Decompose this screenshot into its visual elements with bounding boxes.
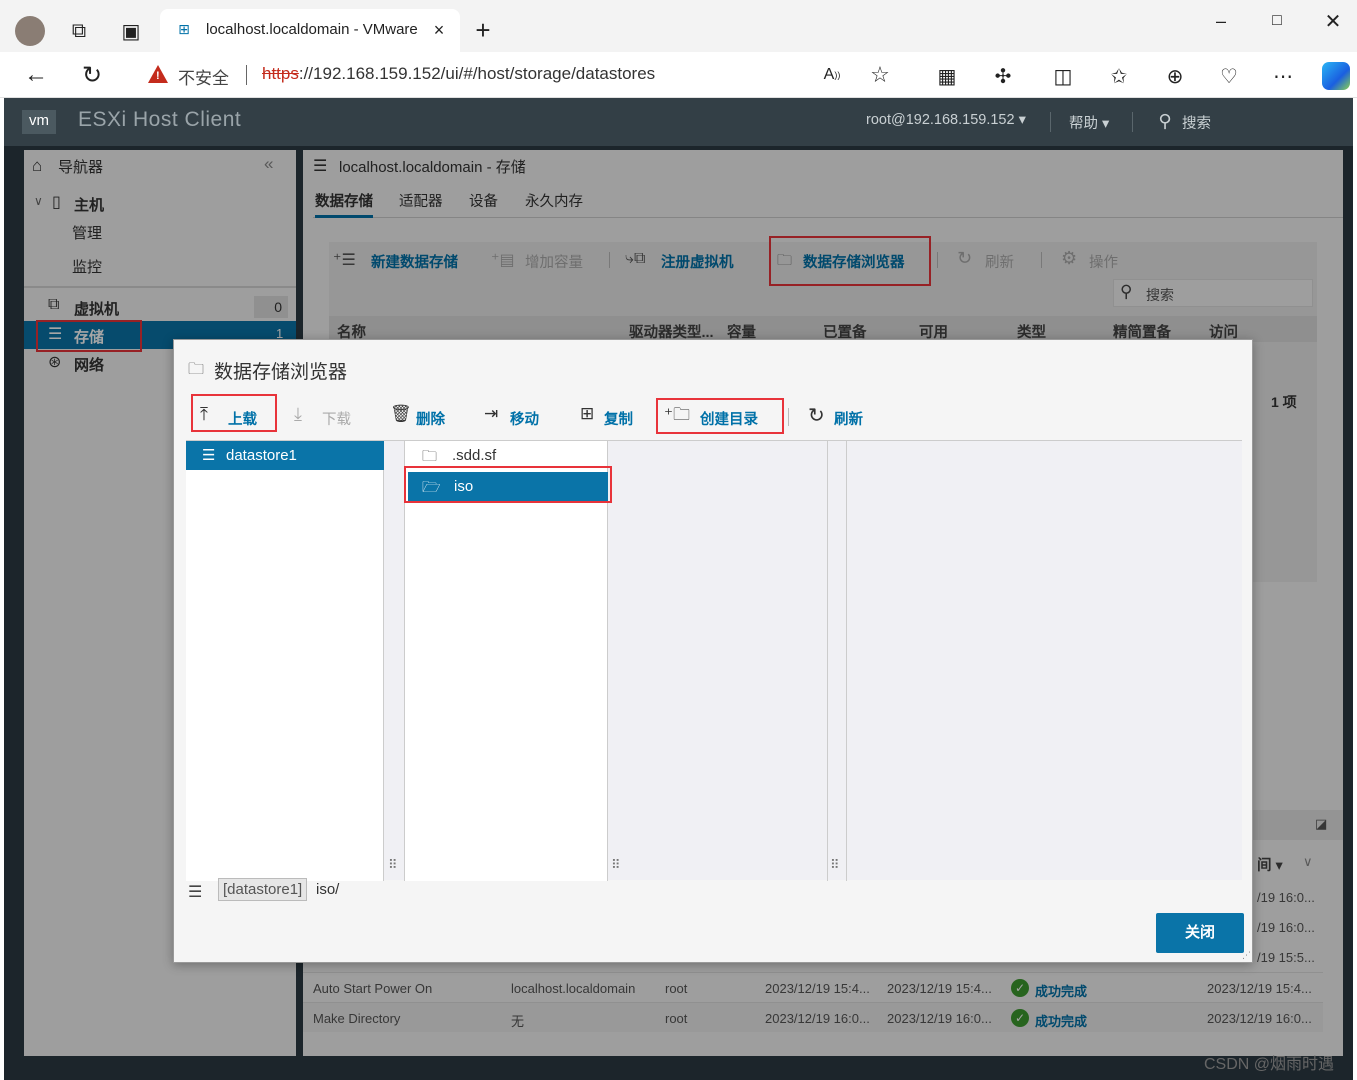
minimize-icon[interactable]: –: [1208, 8, 1234, 34]
url-field[interactable]: ! 不安全 https://192.168.159.152/ui/#/host/…: [126, 57, 912, 93]
collections-icon[interactable]: ⊕: [1162, 63, 1188, 89]
resize-handle-icon[interactable]: ⠿: [611, 857, 621, 873]
empty-column: [628, 441, 828, 881]
move-icon: ⇥: [484, 404, 499, 423]
extension-game-icon[interactable]: ▦: [934, 63, 960, 89]
header-divider: [1050, 112, 1051, 132]
empty-column: [846, 441, 847, 881]
path-datastore-chip[interactable]: [datastore1]: [218, 878, 308, 901]
tab-close-icon[interactable]: ×: [428, 19, 450, 41]
close-window-icon[interactable]: ✕: [1320, 8, 1346, 34]
toolbar-divider: [788, 408, 789, 426]
dialog-refresh-button[interactable]: 刷新: [834, 408, 863, 429]
insecure-label[interactable]: 不安全: [178, 64, 229, 89]
browser-health-icon[interactable]: ♡: [1216, 63, 1242, 89]
tab-actions-icon[interactable]: ▣: [118, 18, 144, 44]
watermark: CSDN @烟雨时遇: [1204, 1056, 1335, 1073]
header-divider: [1132, 112, 1133, 132]
split-screen-icon[interactable]: ◫: [1050, 63, 1076, 89]
datastore-column: [186, 441, 384, 881]
refresh-icon: ↻: [808, 405, 825, 427]
help-menu[interactable]: 帮助 ▾: [1069, 112, 1109, 133]
favorite-star-icon[interactable]: ☆: [868, 62, 892, 87]
copilot-icon[interactable]: [1322, 62, 1350, 90]
favorites-icon[interactable]: ✩: [1106, 63, 1132, 89]
highlight-upload: [191, 394, 277, 432]
vmware-logo: vm: [22, 110, 56, 134]
copy-button[interactable]: 复制: [604, 408, 633, 429]
maximize-icon[interactable]: □: [1264, 8, 1290, 34]
warning-icon-mark: !: [156, 70, 160, 82]
more-menu-icon[interactable]: ⋯: [1270, 63, 1296, 89]
move-button[interactable]: 移动: [510, 408, 539, 429]
delete-button[interactable]: 删除: [416, 408, 445, 429]
copy-icon: ⊞: [580, 404, 595, 423]
workspaces-icon[interactable]: ⧉: [66, 18, 92, 44]
path-datastore-icon: ☰: [188, 884, 203, 901]
tab-favicon-icon: ⊞: [178, 20, 190, 37]
url-scheme: https: [262, 64, 299, 83]
dialog-folder-icon: 🗀: [188, 361, 205, 378]
header-search[interactable]: 搜索: [1182, 112, 1211, 133]
datastore-item[interactable]: ☰ datastore1: [186, 441, 384, 470]
user-menu[interactable]: root@192.168.159.152 ▾: [866, 112, 1026, 128]
new-tab-icon[interactable]: +: [470, 15, 496, 45]
dialog-resize-icon[interactable]: ⋰: [1242, 950, 1251, 961]
tab-title: localhost.localdomain - VMware: [206, 21, 418, 38]
path-rest: iso/: [316, 881, 340, 898]
back-icon[interactable]: ←: [22, 61, 50, 89]
search-icon[interactable]: ⚲: [1154, 110, 1176, 132]
download-button[interactable]: 下载: [322, 408, 351, 429]
active-tab[interactable]: ⊞ localhost.localdomain - VMware ×: [160, 9, 460, 52]
dialog-title: 数据存储浏览器: [214, 362, 348, 383]
highlight-create-directory: [656, 398, 784, 434]
reload-icon[interactable]: ↻: [78, 61, 106, 89]
url-path: ://192.168.159.152/ui/#/host/storage/dat…: [298, 64, 656, 83]
browser-tab-bar: ⧉ ▣ ⊞ localhost.localdomain - VMware × +…: [0, 0, 1357, 52]
highlight-iso-folder: [404, 466, 612, 503]
resize-handle-icon[interactable]: ⠿: [830, 857, 840, 873]
url-text[interactable]: https://192.168.159.152/ui/#/host/storag…: [262, 64, 655, 84]
esxi-header: vm ESXi Host Client root@192.168.159.152…: [4, 98, 1353, 146]
browser-columns: ☰ datastore1 🗀 .sdd.sf 🗁 iso ⠿ ⠿ ⠿: [186, 440, 1242, 881]
extensions-icon[interactable]: ✣: [990, 63, 1016, 89]
resize-handle-icon[interactable]: ⠿: [388, 857, 398, 873]
app-title: ESXi Host Client: [78, 108, 242, 131]
download-icon: ⤓: [294, 404, 302, 424]
url-divider: [246, 65, 247, 85]
read-aloud-icon[interactable]: A)): [820, 63, 844, 87]
folder-name: .sdd.sf: [452, 447, 497, 464]
datastore-icon: ☰: [202, 447, 216, 464]
close-button[interactable]: 关闭: [1156, 913, 1244, 953]
datastore-name: datastore1: [226, 447, 297, 464]
profile-avatar[interactable]: [15, 16, 45, 46]
trash-icon: 🗑: [390, 404, 412, 423]
folder-column: [404, 441, 608, 881]
